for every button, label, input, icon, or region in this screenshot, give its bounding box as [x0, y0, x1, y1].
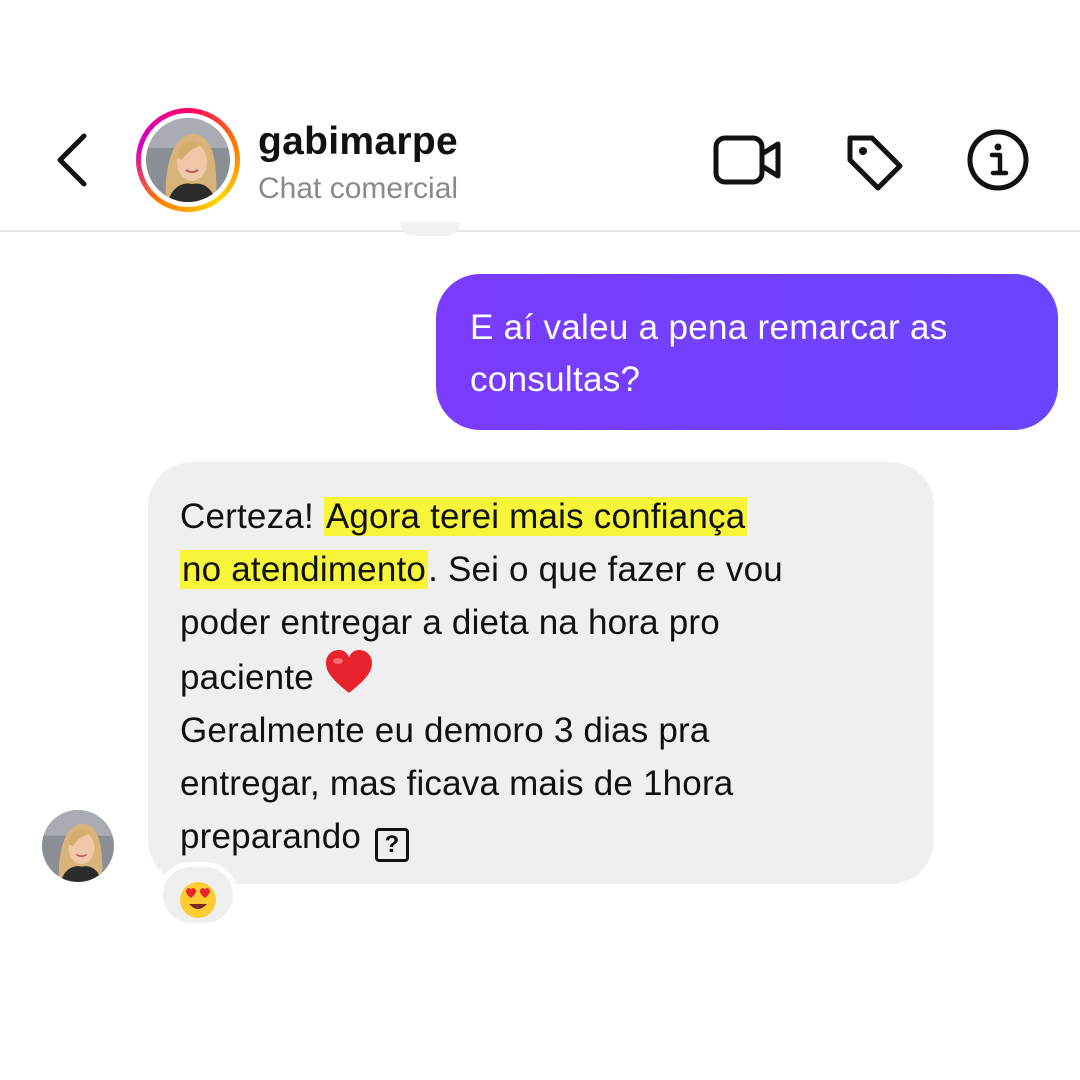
chat-subtitle: Chat comercial: [258, 172, 459, 205]
profile-avatar[interactable]: [136, 108, 240, 212]
outgoing-message-bubble[interactable]: E aí valeu a pena remarcar as consultas?: [436, 274, 1058, 430]
unsupported-emoji-glyph: ?: [374, 828, 409, 862]
chat-username[interactable]: gabimarpe: [258, 120, 458, 164]
avatar-photo: [146, 118, 230, 202]
highlighted-text: Agora terei mais confiança: [323, 497, 748, 536]
message-line: Certeza! Agora terei mais confiança: [180, 497, 748, 536]
chat-header: gabimarpe Chat comercial: [0, 0, 1080, 232]
info-icon[interactable]: [966, 128, 1030, 192]
message-line: paciente: [180, 649, 904, 704]
message-line: preparando ?: [180, 810, 904, 863]
highlighted-text: no atendimento: [180, 550, 429, 589]
previous-message-edge: [400, 222, 460, 236]
message-line: E aí valeu a pena remarcar as: [470, 308, 948, 347]
back-arrow-icon[interactable]: [48, 128, 100, 192]
video-camera-icon[interactable]: [712, 132, 784, 188]
message-line: entregar, mas ficava mais de 1hora: [180, 764, 734, 803]
message-line: Geralmente eu demoro 3 dias pra: [180, 711, 710, 750]
message-reaction[interactable]: [158, 862, 238, 928]
red-heart-emoji-icon: [325, 650, 372, 693]
message-line: poder entregar a dieta na hora pro: [180, 603, 720, 642]
incoming-message-bubble[interactable]: Certeza! Agora terei mais confiança no a…: [148, 462, 934, 884]
message-line: no atendimento. Sei o que fazer e vou: [180, 550, 783, 589]
tag-icon[interactable]: [842, 130, 906, 194]
sender-avatar[interactable]: [42, 810, 114, 882]
heart-eyes-emoji-icon: [180, 882, 216, 918]
message-line: consultas?: [470, 360, 641, 399]
